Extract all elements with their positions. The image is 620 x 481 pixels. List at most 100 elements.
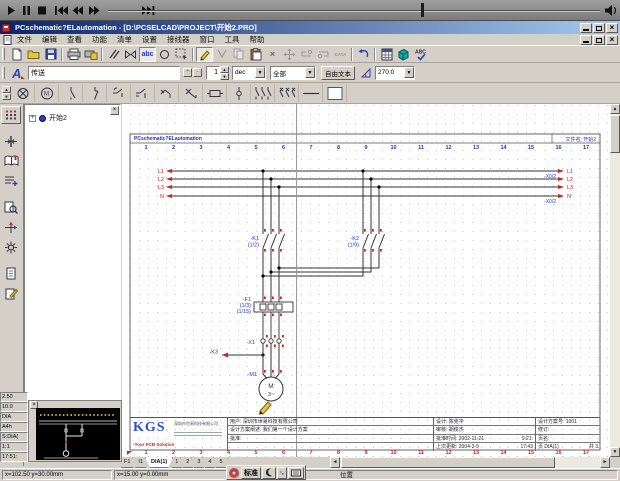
- ime-fullwidth-button[interactable]: [262, 467, 276, 479]
- symbol-terminal-button[interactable]: [227, 84, 251, 103]
- tree-root-node[interactable]: + 开始2: [29, 113, 120, 123]
- text-mode-button[interactable]: abc: [139, 47, 156, 62]
- play-icon[interactable]: [8, 6, 15, 15]
- volume-icon[interactable]: [604, 4, 618, 17]
- settings-button[interactable]: [1, 238, 21, 256]
- chevron-down-icon[interactable]: ▼: [404, 67, 414, 78]
- menu-item[interactable]: 工具: [220, 34, 245, 45]
- data-button[interactable]: DATA: [332, 47, 349, 62]
- vertical-scrollbar[interactable]: ▲ ▼: [610, 104, 620, 457]
- menu-item[interactable]: 接线器: [162, 34, 195, 45]
- forward-icon[interactable]: [89, 6, 100, 15]
- toolbar-grip[interactable]: [2, 67, 5, 79]
- spin-up-button[interactable]: ▲: [220, 66, 229, 73]
- undo-button[interactable]: [355, 47, 372, 62]
- minus-button[interactable]: -: [193, 68, 202, 77]
- reference-a-button[interactable]: [298, 47, 315, 62]
- menu-item[interactable]: 功能: [87, 34, 112, 45]
- draw-lines-button[interactable]: [105, 47, 122, 62]
- align-button[interactable]: [1, 132, 21, 150]
- unit-combo[interactable]: dec ▼: [232, 66, 266, 80]
- symbol-contact-nc-button[interactable]: [83, 84, 107, 103]
- scroll-right-button[interactable]: ►: [600, 457, 610, 468]
- area-select-button[interactable]: [173, 47, 190, 62]
- scope-combo[interactable]: 全部 ▼: [270, 66, 316, 80]
- mdi-close-button[interactable]: ×: [606, 35, 618, 45]
- chevron-down-icon[interactable]: ▼: [305, 67, 315, 78]
- print-button[interactable]: [65, 47, 82, 62]
- preview-canvas[interactable]: [36, 408, 120, 460]
- horizontal-scroll-thumb[interactable]: [341, 457, 555, 468]
- symbols-button[interactable]: [122, 47, 139, 62]
- seek-slider-track[interactable]: [108, 10, 600, 12]
- menu-item[interactable]: 查看: [62, 34, 87, 45]
- circle-button[interactable]: [156, 47, 173, 62]
- menu-item[interactable]: 清单: [112, 34, 137, 45]
- expand-icon[interactable]: +: [29, 115, 36, 122]
- mdi-restore-button[interactable]: [593, 35, 605, 45]
- symbol-name-input[interactable]: [28, 66, 180, 80]
- pickmenu-up-button[interactable]: ▲: [2, 86, 11, 93]
- menu-item[interactable]: 窗口: [195, 34, 220, 45]
- symbol-coil-button[interactable]: [203, 84, 227, 103]
- symbol-line-button[interactable]: [299, 84, 323, 103]
- symbol-breaker-3p-button[interactable]: [275, 84, 299, 103]
- text-properties-button[interactable]: A: [8, 65, 28, 80]
- free-text-toggle[interactable]: 自由文本: [321, 66, 355, 80]
- delete-button[interactable]: ×: [264, 47, 281, 62]
- find-button[interactable]: [1, 198, 21, 216]
- symbol-lamp-button[interactable]: [11, 84, 35, 103]
- pickmenu-down-button[interactable]: ▼: [2, 93, 11, 100]
- drawing-canvas[interactable]: L1 L2 L3 N L1 L2 L3 N -X0/2 -X0/2: [122, 104, 610, 457]
- stop-icon[interactable]: [38, 7, 46, 15]
- symbol-contact-delay-button[interactable]: [107, 84, 131, 103]
- book-button[interactable]: [1, 152, 21, 170]
- ime-mode-button[interactable]: 标准: [241, 467, 261, 479]
- toolbar-grip[interactable]: [2, 48, 5, 60]
- copy-button[interactable]: [230, 47, 247, 62]
- pause-icon[interactable]: [23, 6, 30, 15]
- print-setup-button[interactable]: [82, 47, 99, 62]
- menu-item[interactable]: 设置: [137, 34, 162, 45]
- document-button[interactable]: [1, 264, 21, 282]
- vertical-scroll-thumb[interactable]: [610, 115, 620, 153]
- seek-slider-thumb[interactable]: [421, 3, 424, 17]
- navigate-button[interactable]: [1, 218, 21, 236]
- minimize-button[interactable]: [580, 23, 592, 33]
- symbol-limit-switch-button[interactable]: [155, 84, 179, 103]
- skip-start-icon[interactable]: [55, 6, 68, 15]
- symbol-pushbutton-button[interactable]: [179, 84, 203, 103]
- symbol-contact-no-button[interactable]: [59, 84, 83, 103]
- reference-b-button[interactable]: [315, 47, 332, 62]
- symbol-motor-button[interactable]: M: [35, 84, 59, 103]
- move-button[interactable]: [281, 47, 298, 62]
- plus-button[interactable]: +: [183, 68, 192, 77]
- ime-icon[interactable]: [228, 467, 240, 479]
- angle-combo[interactable]: 270.0 ▼: [375, 66, 415, 80]
- menu-item[interactable]: 编辑: [37, 34, 62, 45]
- rewind-icon[interactable]: [73, 6, 84, 15]
- mdi-minimize-button[interactable]: [580, 35, 592, 45]
- new-button[interactable]: [8, 47, 25, 62]
- edit-page-button[interactable]: [1, 284, 21, 302]
- open-button[interactable]: [25, 47, 42, 62]
- spin-down-button[interactable]: ▼: [220, 73, 229, 80]
- tree-close-button[interactable]: ×: [110, 106, 119, 115]
- symbol-empty-button[interactable]: [323, 84, 347, 103]
- document-mdi-icon[interactable]: [3, 35, 12, 45]
- save-button[interactable]: [42, 47, 59, 62]
- scroll-left-button[interactable]: ◄: [330, 457, 340, 468]
- spellcheck-button[interactable]: ABC: [412, 47, 429, 62]
- symbol-grid-button[interactable]: [1, 106, 21, 124]
- count-value[interactable]: 1: [206, 66, 220, 80]
- ime-keyboard-button[interactable]: [288, 467, 304, 479]
- ime-punctuation-button[interactable]: ·,: [277, 467, 287, 479]
- scroll-up-button[interactable]: ▲: [610, 104, 620, 114]
- list-add-button[interactable]: [1, 172, 21, 190]
- horizontal-scrollbar[interactable]: ◄ ►: [330, 457, 610, 468]
- model-3d-button[interactable]: [395, 47, 412, 62]
- chevron-down-icon[interactable]: ▼: [255, 67, 265, 78]
- tab-dia1[interactable]: DIA(1): [145, 457, 173, 468]
- close-button[interactable]: ×: [606, 23, 618, 33]
- scroll-down-button[interactable]: ▼: [610, 447, 620, 457]
